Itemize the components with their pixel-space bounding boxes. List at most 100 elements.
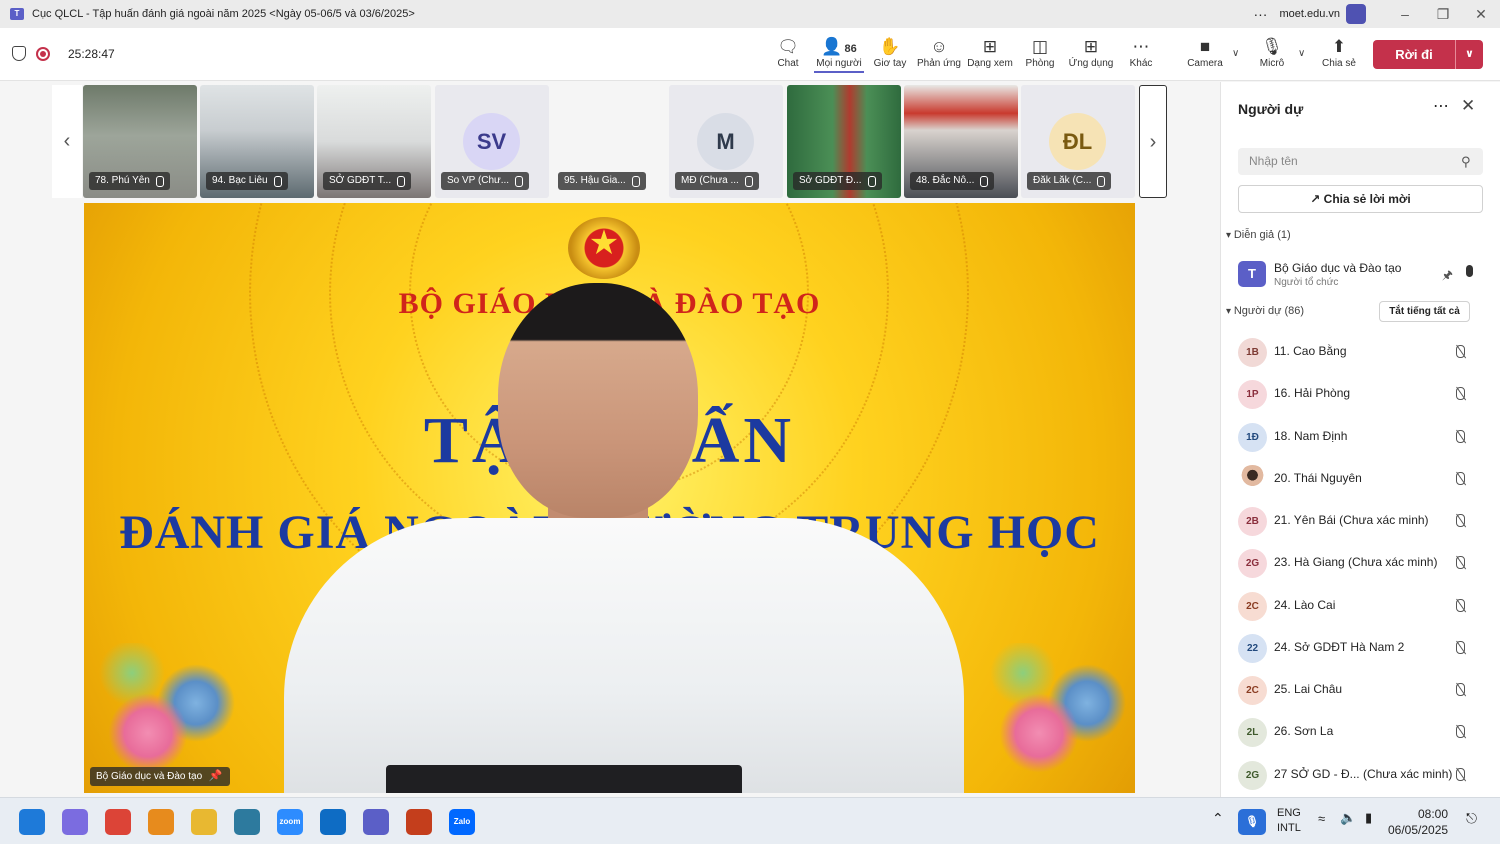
pin-icon[interactable]: 🖈 — [1442, 266, 1453, 287]
attendee-name: 16. Hải Phòng — [1274, 386, 1351, 401]
attendee-row[interactable]: 1B 11. Cao Bằng — [1238, 334, 1483, 376]
teams-icon[interactable] — [363, 809, 389, 835]
presenters-section-header[interactable]: Diễn giả (1) — [1226, 229, 1291, 241]
participant-name-label: Đăk Lăk (C... — [1027, 172, 1112, 190]
teams-logo-icon: T — [10, 8, 24, 20]
account-domain[interactable]: moet.edu.vn — [1279, 8, 1340, 20]
meeting-toolbar: 25:28:47 🗨 Chat 👤 86 Mọi người ✋ Giơ tay ☺ Ph… — [0, 28, 1500, 81]
mic-muted-icon — [1456, 725, 1465, 739]
title-more-icon[interactable]: ··· — [1249, 6, 1271, 22]
camera-options-chevron-icon[interactable]: ∨ — [1232, 48, 1239, 59]
participant-thumbnail[interactable]: SỞ GDĐT T... — [317, 85, 431, 198]
mic-muted-icon — [1456, 345, 1465, 358]
panel-more-icon[interactable]: ⋯ — [1433, 96, 1449, 116]
zoom-icon[interactable]: zoom — [277, 809, 303, 835]
mic-options-chevron-icon[interactable]: ∨ — [1298, 48, 1305, 59]
wifi-icon[interactable]: ≈ — [1318, 811, 1325, 826]
mute-all-button[interactable]: Tắt tiếng tất cả — [1379, 301, 1470, 322]
pin-icon[interactable]: 📌 — [208, 767, 222, 786]
close-window-button[interactable]: ✕ — [1462, 0, 1500, 28]
chrome-icon[interactable] — [105, 809, 131, 835]
attendee-avatar: 2C — [1238, 676, 1267, 705]
attendee-row[interactable]: 2C 25. Lai Châu — [1238, 672, 1483, 714]
attendee-row[interactable]: 1Đ 18. Nam Định — [1238, 419, 1483, 461]
tray-chevron-icon[interactable]: ⌃ — [1212, 810, 1224, 827]
participant-name-label: SỞ GDĐT T... — [323, 172, 412, 190]
title-bar: T Cục QLCL - Tập huấn đánh giá ngoài năm… — [0, 0, 1500, 28]
attendee-avatar: 2G — [1238, 760, 1267, 790]
participant-thumbnail[interactable]: M MĐ (Chưa ... — [669, 85, 783, 198]
battery-icon[interactable]: ▮ — [1365, 810, 1372, 826]
powerpoint-icon[interactable] — [406, 809, 432, 835]
attendee-row[interactable]: 1P 16. Hải Phòng — [1238, 376, 1483, 418]
thumbnails-prev-arrow-icon[interactable]: ‹ — [52, 85, 82, 198]
attendees-section-header[interactable]: Người dự (86) — [1226, 305, 1304, 317]
grid-view-icon: ⊞ — [982, 37, 998, 56]
attendee-row[interactable]: 2B 21. Yên Bái (Chưa xác minh) — [1238, 503, 1483, 545]
reactions-button[interactable]: ☺ Phản ứng — [914, 36, 964, 69]
raise-hand-button[interactable]: ✋ Giơ tay — [865, 36, 915, 69]
attendee-row[interactable]: 20. Thái Nguyên — [1238, 461, 1483, 503]
attendee-name: 27 SỞ GD - Đ... (Chưa xác minh) — [1274, 766, 1453, 781]
leave-button[interactable]: Rời đi ∨ — [1373, 40, 1483, 69]
thumbnails-next-arrow-icon[interactable]: › — [1139, 85, 1167, 198]
chat-button[interactable]: 🗨 Chat — [763, 36, 813, 69]
participant-thumbnail[interactable]: Sở GDĐT Đ... — [787, 85, 901, 198]
copilot-icon[interactable] — [62, 809, 88, 835]
clock[interactable]: 08:00 06/05/2025 — [1388, 806, 1448, 838]
camera-button[interactable]: ■ Camera — [1180, 36, 1230, 69]
mic-button[interactable]: 🎙 Micrô — [1247, 36, 1297, 69]
zalo-icon[interactable]: Zalo — [449, 809, 475, 835]
attendee-row[interactable]: 2C 24. Lào Cai — [1238, 588, 1483, 630]
attendee-row[interactable]: 22 24. Sở GDĐT Hà Nam 2 — [1238, 630, 1483, 672]
mic-muted-icon — [1456, 640, 1465, 654]
presenter-row[interactable]: T Bộ Giáo dục và Đào tạo Người tổ chức 🖈 — [1238, 257, 1483, 297]
share-invite-icon: ↗ — [1310, 192, 1321, 206]
leave-options-chevron-icon[interactable]: ∨ — [1455, 40, 1483, 69]
attendee-row[interactable]: 2G 23. Hà Giang (Chưa xác minh) — [1238, 545, 1483, 587]
participant-search-input[interactable]: Nhập tên ⚲ — [1238, 148, 1483, 175]
people-button[interactable]: 👤 86 Mọi người — [814, 36, 864, 73]
participant-thumbnail[interactable]: ĐL Đăk Lăk (C... — [1021, 85, 1135, 198]
teamviewer-icon[interactable] — [320, 809, 346, 835]
share-button[interactable]: ⬆ Chia sẻ — [1314, 36, 1364, 69]
participant-thumbnail[interactable]: 94. Bạc Liêu — [200, 85, 314, 198]
voice-typing-icon[interactable]: 🎙 — [1238, 809, 1266, 835]
participant-thumbnail[interactable]: SV So VP (Chư... — [435, 85, 549, 198]
main-video[interactable]: BỘ GIÁO DỤC VÀ ĐÀO TẠO TẬP HUẤN ĐÁNH GIÁ… — [84, 203, 1135, 793]
attendee-name: 24. Sở GDĐT Hà Nam 2 — [1274, 639, 1405, 654]
share-invite-button[interactable]: ↗ Chia sẻ lời mời — [1238, 185, 1483, 213]
notification-bell-icon[interactable]: ⎋ — [1466, 810, 1477, 827]
participants-panel: Người dự ⋯ ✕ Nhập tên ⚲ ↗ Chia sẻ lời mờ… — [1220, 82, 1500, 797]
chat-icon: 🗨 — [777, 37, 799, 56]
mic-muted-icon — [1456, 598, 1465, 612]
share-icon: ⬆ — [1331, 37, 1347, 56]
rooms-button[interactable]: ◫ Phòng — [1015, 36, 1065, 69]
volume-icon[interactable]: 🔈 — [1340, 810, 1356, 826]
attendee-name: 23. Hà Giang (Chưa xác minh) — [1274, 555, 1438, 570]
windows-start-icon[interactable] — [19, 809, 45, 835]
shield-icon[interactable] — [12, 46, 26, 61]
view-button[interactable]: ⊞ Dạng xem — [965, 36, 1015, 69]
participant-name-label: 78. Phú Yên — [89, 172, 170, 190]
participant-thumbnail[interactable]: 95. Hậu Gia... — [552, 85, 666, 198]
search-icon[interactable] — [148, 809, 174, 835]
participant-name-label: 94. Bạc Liêu — [206, 172, 288, 190]
participant-thumbnail[interactable]: 48. Đắc Nô... — [904, 85, 1018, 198]
minimize-button[interactable]: – — [1386, 0, 1424, 28]
participant-initials-avatar: M — [697, 113, 754, 170]
more-icon: ⋯ — [1132, 37, 1150, 56]
more-button[interactable]: ⋯ Khác — [1116, 36, 1166, 69]
participant-thumbnail[interactable]: 78. Phú Yên — [83, 85, 197, 198]
language-indicator[interactable]: ENG INTL — [1277, 806, 1301, 836]
attendee-row[interactable]: 2G 27 SỞ GD - Đ... (Chưa xác minh) — [1238, 757, 1483, 799]
restore-button[interactable]: ❐ — [1424, 0, 1462, 28]
attendee-name: 25. Lai Châu — [1274, 682, 1343, 696]
attendee-row[interactable]: 2L 26. Sơn La — [1238, 714, 1483, 756]
account-avatar[interactable] — [1346, 4, 1366, 24]
apps-button[interactable]: ⊞ Ứng dụng — [1066, 36, 1116, 69]
remote-desktop-icon[interactable] — [234, 809, 260, 835]
panel-close-icon[interactable]: ✕ — [1461, 96, 1475, 116]
file-explorer-icon[interactable] — [191, 809, 217, 835]
attendee-avatar: 1Đ — [1238, 422, 1267, 452]
